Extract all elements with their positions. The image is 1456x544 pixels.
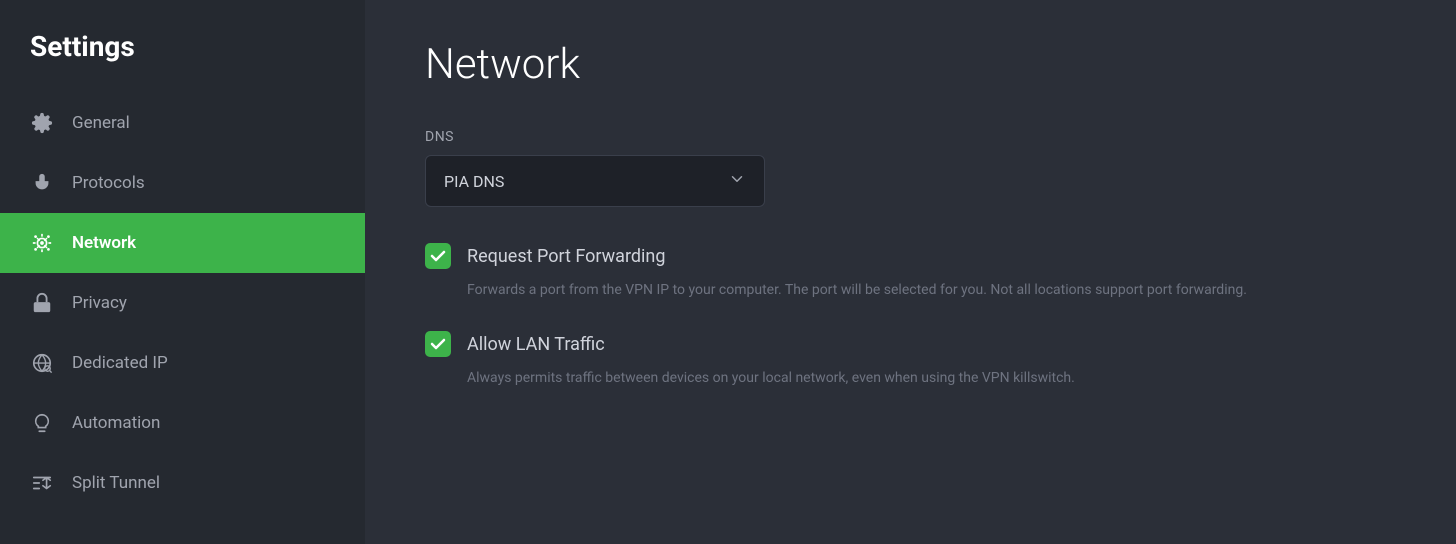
port-forwarding-description: Forwards a port from the VPN IP to your … — [425, 279, 1285, 301]
sidebar-item-privacy[interactable]: Privacy — [0, 273, 365, 333]
sidebar-item-general-label: General — [72, 113, 130, 133]
lightbulb-icon — [30, 411, 54, 435]
sidebar-item-automation-label: Automation — [72, 413, 160, 433]
dns-selected-value: PIA DNS — [444, 172, 504, 191]
lock-icon — [30, 291, 54, 315]
sidebar-item-dedicated-ip-label: Dedicated IP — [72, 353, 168, 373]
sidebar-item-split-tunnel[interactable]: Split Tunnel — [0, 453, 365, 513]
globe-key-icon — [30, 351, 54, 375]
dns-dropdown[interactable]: PIA DNS — [425, 155, 765, 207]
sidebar-item-protocols[interactable]: Protocols — [0, 153, 365, 213]
mic-icon — [30, 171, 54, 195]
network-icon — [30, 231, 54, 255]
dns-section: DNS PIA DNS — [425, 129, 1396, 207]
sidebar-item-network[interactable]: Network — [0, 213, 365, 273]
sidebar-item-dedicated-ip[interactable]: Dedicated IP — [0, 333, 365, 393]
sidebar-item-protocols-label: Protocols — [72, 173, 145, 193]
allow-lan-description: Always permits traffic between devices o… — [425, 367, 1285, 389]
port-forwarding-header: Request Port Forwarding — [425, 243, 1396, 269]
sidebar: Settings General Protocols — [0, 0, 365, 544]
dns-label: DNS — [425, 129, 1396, 145]
sidebar-item-general[interactable]: General — [0, 93, 365, 153]
sidebar-item-split-tunnel-label: Split Tunnel — [72, 473, 160, 493]
page-title: Network — [425, 40, 1396, 89]
sidebar-item-automation[interactable]: Automation — [0, 393, 365, 453]
sidebar-item-network-label: Network — [72, 233, 136, 253]
main-content: Network DNS PIA DNS Request Port Forward… — [365, 0, 1456, 544]
allow-lan-label: Allow LAN Traffic — [467, 334, 605, 355]
sidebar-title: Settings — [0, 30, 365, 93]
chevron-down-icon — [728, 170, 746, 192]
allow-lan-row: Allow LAN Traffic Always permits traffic… — [425, 331, 1396, 389]
port-forwarding-row: Request Port Forwarding Forwards a port … — [425, 243, 1396, 301]
port-forwarding-label: Request Port Forwarding — [467, 246, 665, 267]
sidebar-item-privacy-label: Privacy — [72, 293, 127, 313]
allow-lan-header: Allow LAN Traffic — [425, 331, 1396, 357]
allow-lan-checkbox[interactable] — [425, 331, 451, 357]
gear-icon — [30, 111, 54, 135]
split-icon — [30, 471, 54, 495]
port-forwarding-checkbox[interactable] — [425, 243, 451, 269]
